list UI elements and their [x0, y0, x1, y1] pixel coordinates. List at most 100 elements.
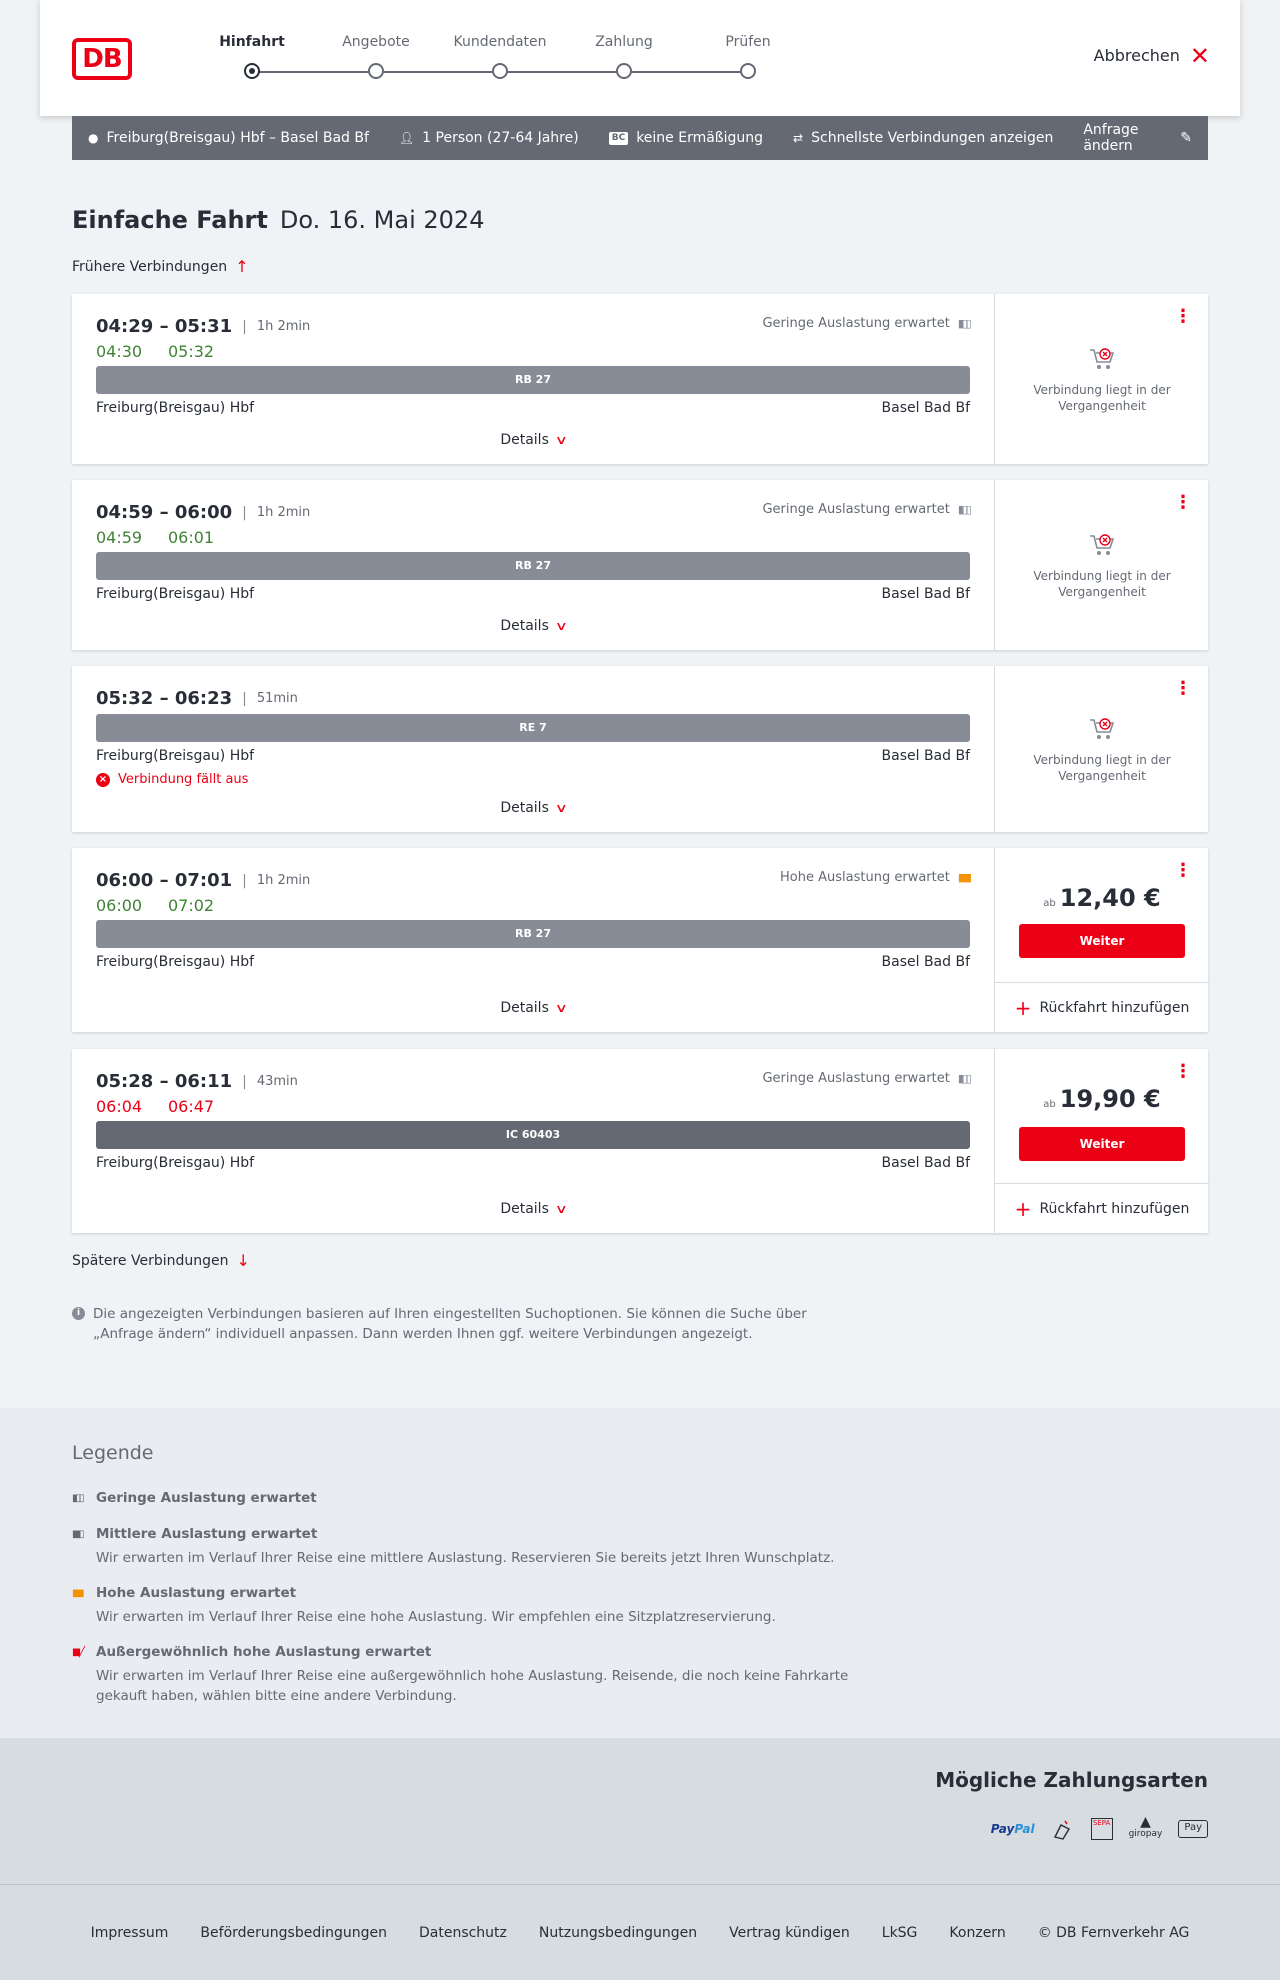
occupancy-text: Geringe Auslastung erwartet: [762, 316, 950, 331]
add-return-button[interactable]: + Rückfahrt hinzufügen: [995, 1183, 1209, 1233]
legend-item: ▮▮▮ Hohe Auslastung erwartet Wir erwarte…: [72, 1585, 872, 1627]
edit-request-button[interactable]: Anfrage ändern ✎: [1083, 122, 1192, 154]
fastest-text: Schnellste Verbindungen anzeigen: [811, 130, 1054, 146]
continue-button[interactable]: Weiter: [1019, 924, 1185, 958]
connection-card[interactable]: 05:32 – 06:23 | 51min RE 7 Freiburg(Brei…: [72, 666, 1208, 832]
pencil-icon: ✎: [1180, 130, 1192, 146]
edit-request-label: Anfrage ändern: [1083, 122, 1139, 154]
footer-link-vertrag-kuendigen[interactable]: Vertrag kündigen: [729, 1925, 850, 1941]
train-bar[interactable]: RE 7: [96, 714, 970, 742]
duration: 1h 2min: [256, 873, 311, 888]
separator: |: [242, 690, 247, 707]
legend-section: Legende ▮▯▯ Geringe Auslastung erwartet …: [0, 1408, 1280, 1738]
destination-station: Basel Bad Bf: [881, 400, 970, 416]
details-toggle[interactable]: Details ∨: [72, 1201, 994, 1217]
plus-icon: +: [1014, 995, 1032, 1020]
realtime-departure: 04:59: [96, 528, 143, 547]
footer-link-impressum[interactable]: Impressum: [91, 1925, 169, 1941]
bahncard-icon: BC: [608, 131, 629, 145]
legend-item-title: ▮▯▯ Geringe Auslastung erwartet: [72, 1490, 872, 1506]
connection-card[interactable]: 04:59 – 06:00 | 1h 2min 04:59 06:01 Geri…: [72, 480, 1208, 650]
past-connection-notice: Verbindung liegt in der Vergangenheit: [995, 716, 1209, 784]
destination-station: Basel Bad Bf: [881, 586, 970, 602]
step-label: Hinfahrt: [219, 34, 285, 50]
footer-link-datenschutz[interactable]: Datenschutz: [419, 1925, 507, 1941]
location-pin-icon: ●: [88, 131, 99, 145]
info-notice: i Die angezeigten Verbindungen basieren …: [72, 1304, 852, 1344]
offer-panel: ⋮ Verbindung liegt in der Vergangenheit: [994, 294, 1208, 464]
payment-methods-section: Mögliche Zahlungsarten Pay Pal SEPA ▲ gir…: [0, 1738, 1280, 1884]
train-bar[interactable]: RB 27: [96, 920, 970, 948]
legend-item-description: Wir erwarten im Verlauf Ihrer Reise eine…: [96, 1609, 776, 1625]
header: DB Hinfahrt Angebote Kundendaten Zahlung…: [40, 0, 1240, 116]
details-toggle[interactable]: Details ∨: [72, 1000, 994, 1016]
details-label: Details: [500, 1000, 549, 1016]
legend-item-label: Geringe Auslastung erwartet: [96, 1490, 317, 1506]
trip-date: Do. 16. Mai 2024: [279, 206, 485, 234]
later-connections-link[interactable]: Spätere Verbindungen ↓: [72, 1251, 250, 1270]
connection-card[interactable]: 06:00 – 07:01 | 1h 2min 06:00 07:02 Hohe…: [72, 848, 1209, 1032]
more-options-icon[interactable]: ⋮: [1174, 862, 1192, 880]
schedule-times: 04:29 – 05:31 | 1h 2min: [96, 316, 310, 337]
times-text: 05:32 – 06:23: [96, 688, 233, 709]
past-connection-notice: Verbindung liegt in der Vergangenheit: [995, 346, 1209, 414]
details-toggle[interactable]: Details ∨: [72, 618, 994, 634]
footer-link-konzern[interactable]: Konzern: [949, 1925, 1005, 1941]
more-options-icon[interactable]: ⋮: [1174, 1063, 1192, 1081]
price-value: 19,90 €: [1059, 1085, 1161, 1113]
occupancy-low-icon: ▮▯▯: [957, 317, 972, 330]
realtime-times: 04:30 05:32: [96, 342, 240, 361]
payment-icons: Pay Pal SEPA ▲ giropay Pay: [991, 1810, 1208, 1844]
train-bar[interactable]: RB 27: [96, 552, 970, 580]
duration: 1h 2min: [256, 505, 311, 520]
price-prefix: ab: [1043, 1099, 1056, 1110]
footer-link-nutzungsbedingungen[interactable]: Nutzungsbedingungen: [539, 1925, 697, 1941]
details-toggle[interactable]: Details ∨: [72, 800, 994, 816]
legend-item-description: Wir erwarten im Verlauf Ihrer Reise eine…: [96, 1668, 849, 1704]
realtime-times: 06:00 07:02: [96, 896, 240, 915]
occupancy-low-icon: ▮▯▯: [957, 1072, 972, 1085]
earlier-connections-link[interactable]: Frühere Verbindungen ↑: [72, 257, 249, 276]
route-text: Freiburg(Breisgau) Hbf – Basel Bad Bf: [106, 130, 369, 146]
origin-station: Freiburg(Breisgau) Hbf: [96, 1155, 255, 1171]
more-options-icon[interactable]: ⋮: [1174, 680, 1192, 698]
occupancy-text: Geringe Auslastung erwartet: [762, 1071, 950, 1086]
footer-link-befoerderungsbedingungen[interactable]: Beförderungsbedingungen: [200, 1925, 387, 1941]
more-options-icon[interactable]: ⋮: [1174, 494, 1192, 512]
plus-icon: +: [1014, 1196, 1032, 1221]
card-hand-icon: [1053, 1820, 1070, 1840]
add-return-button[interactable]: + Rückfahrt hinzufügen: [995, 982, 1209, 1032]
paypal-text-a: Pay: [990, 1822, 1015, 1836]
db-logo[interactable]: DB: [72, 38, 132, 80]
separator: |: [242, 1073, 247, 1090]
origin-station: Freiburg(Breisgau) Hbf: [96, 748, 255, 764]
footer-link-lksg[interactable]: LkSG: [882, 1925, 918, 1941]
chevron-down-icon: ∨: [554, 1202, 568, 1216]
discount-text: keine Ermäßigung: [636, 130, 764, 146]
occupancy-info: Hohe Auslastung erwartet ▮▮▮: [780, 870, 972, 885]
step-label: Angebote: [342, 34, 410, 50]
origin-station: Freiburg(Breisgau) Hbf: [96, 586, 255, 602]
train-bar[interactable]: RB 27: [96, 366, 970, 394]
occupancy-info: Geringe Auslastung erwartet ▮▯▯: [762, 316, 972, 331]
duration: 51min: [256, 691, 298, 706]
more-options-icon[interactable]: ⋮: [1174, 308, 1192, 326]
continue-button[interactable]: Weiter: [1019, 1127, 1185, 1161]
past-text: Verbindung liegt in der Vergangenheit: [1033, 753, 1171, 783]
legend-item-title: ▮▮▮ Hohe Auslastung erwartet: [72, 1585, 872, 1601]
train-bar[interactable]: IC 60403: [96, 1121, 970, 1149]
connection-card[interactable]: 04:29 – 05:31 | 1h 2min 04:30 05:32 Geri…: [72, 294, 1208, 464]
connection-info: 06:00 – 07:01 | 1h 2min 06:00 07:02 Hohe…: [72, 848, 994, 1032]
progress-stepper: Hinfahrt Angebote Kundendaten Zahlung Pr…: [180, 34, 771, 84]
sepa-icon: SEPA: [1090, 1814, 1113, 1844]
step-pruefen: Prüfen: [686, 34, 810, 79]
details-toggle[interactable]: Details ∨: [72, 432, 994, 448]
sepa-text: SEPA: [1090, 1818, 1113, 1840]
connection-info: 04:29 – 05:31 | 1h 2min 04:30 05:32 Geri…: [72, 294, 994, 464]
cancel-button[interactable]: Abbrechen ✕: [1093, 44, 1210, 68]
cancel-label: Abbrechen: [1093, 46, 1180, 65]
earlier-label: Frühere Verbindungen: [72, 258, 228, 275]
arrow-up-icon: ↑: [235, 257, 249, 276]
occupancy-text: Geringe Auslastung erwartet: [762, 502, 950, 517]
connection-card[interactable]: 05:28 – 06:11 | 43min 06:04 06:47 Gering…: [72, 1049, 1209, 1233]
